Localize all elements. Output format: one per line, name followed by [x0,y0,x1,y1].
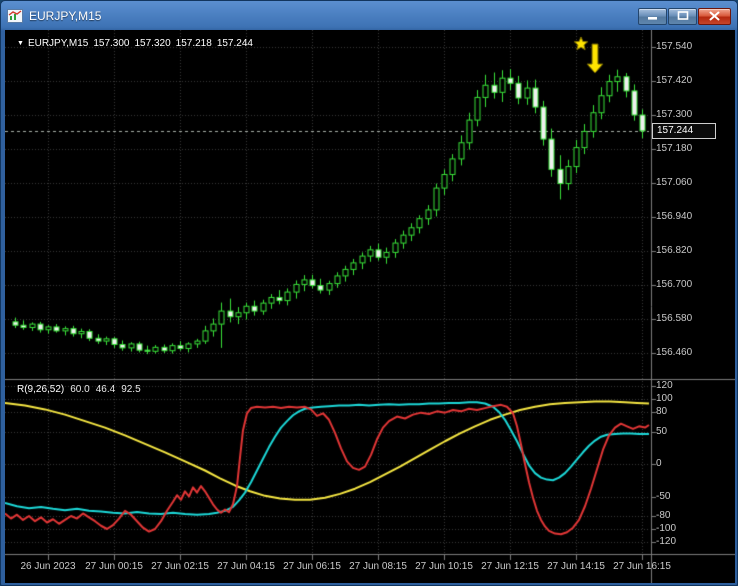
maximize-button[interactable] [668,8,697,25]
minimize-icon [647,9,659,24]
window-titlebar[interactable]: EURJPY,M15 [1,1,737,30]
mt4-chart-window: EURJPY,M15 ▼ EURJPY,M15 157.300 157.320 … [0,0,738,586]
window-title: EURJPY,M15 [29,8,102,23]
close-button[interactable] [698,8,731,25]
app-icon [7,8,23,24]
chart-client-area: ▼ EURJPY,M15 157.300 157.320 157.218 157.244 … [5,30,735,583]
minimize-button[interactable] [638,8,667,25]
close-icon [708,9,721,24]
maximize-icon [677,9,689,24]
price-chart-canvas[interactable] [5,30,735,583]
window-controls [638,8,731,25]
